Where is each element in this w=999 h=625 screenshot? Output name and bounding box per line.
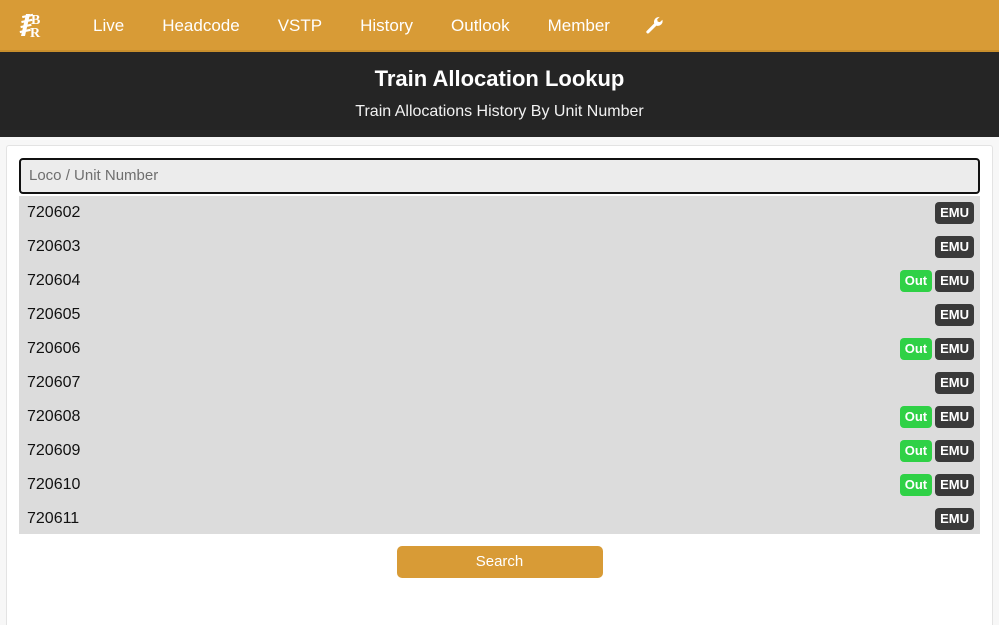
result-row[interactable]: 720603 EMU (19, 230, 980, 264)
result-unit-number: 720610 (27, 475, 81, 493)
result-badges: Out EMU (899, 405, 974, 428)
page-header: Train Allocation Lookup Train Allocation… (0, 52, 999, 137)
result-row[interactable]: 720604 Out EMU (19, 264, 980, 298)
type-badge: EMU (935, 235, 974, 258)
results-list[interactable]: 720602 EMU 720603 EMU 720604 Out EMU 720605 EMU 7… (19, 195, 980, 534)
page-title: Train Allocation Lookup (374, 66, 625, 91)
top-navigation-bar: B R Live Headcode VSTP History Outlook M… (0, 0, 999, 52)
result-row[interactable]: 720605 EMU (19, 298, 980, 332)
nav-link-live[interactable]: Live (74, 7, 143, 44)
svg-text:R: R (30, 26, 41, 41)
br-logo-icon[interactable]: B R (14, 8, 54, 42)
result-unit-number: 720607 (27, 373, 81, 391)
page-subtitle: Train Allocations History By Unit Number (355, 102, 644, 120)
nav-link-vstp[interactable]: VSTP (259, 7, 341, 44)
search-button-row: Search (19, 534, 980, 578)
result-unit-number: 720603 (27, 237, 81, 255)
result-row[interactable]: 720602 EMU (19, 196, 980, 230)
result-unit-number: 720602 (27, 203, 81, 221)
result-badges: EMU (935, 201, 974, 224)
result-badges: EMU (935, 235, 974, 258)
result-row[interactable]: 720608 Out EMU (19, 400, 980, 434)
type-badge: EMU (935, 507, 974, 530)
nav-link-headcode[interactable]: Headcode (143, 7, 259, 44)
nav-links: Live Headcode VSTP History Outlook Membe… (74, 7, 680, 44)
result-unit-number: 720608 (27, 407, 81, 425)
nav-link-outlook[interactable]: Outlook (432, 7, 529, 44)
status-badge-out: Out (899, 337, 933, 360)
content-area: 720602EMU720603EMU720604OutEMU720605EMU7… (0, 136, 999, 625)
type-badge: EMU (935, 439, 974, 462)
result-badges: EMU (935, 507, 974, 530)
type-badge: EMU (935, 337, 974, 360)
result-row[interactable]: 720609 Out EMU (19, 434, 980, 468)
type-badge: EMU (935, 473, 974, 496)
result-row[interactable]: 720610 Out EMU (19, 468, 980, 502)
nav-link-member[interactable]: Member (529, 7, 629, 44)
lookup-card: 720602EMU720603EMU720604OutEMU720605EMU7… (6, 144, 993, 625)
result-row[interactable]: 720611 EMU (19, 502, 980, 534)
result-unit-number: 720605 (27, 305, 81, 323)
status-badge-out: Out (899, 269, 933, 292)
type-badge: EMU (935, 201, 974, 224)
result-unit-number: 720609 (27, 441, 81, 459)
status-badge-out: Out (899, 473, 933, 496)
result-row[interactable]: 720606 Out EMU (19, 332, 980, 366)
status-badge-out: Out (899, 439, 933, 462)
result-badges: EMU (935, 303, 974, 326)
type-badge: EMU (935, 405, 974, 428)
status-badge-out: Out (899, 405, 933, 428)
result-badges: Out EMU (899, 439, 974, 462)
search-input[interactable] (19, 157, 980, 194)
search-button[interactable]: Search (396, 545, 603, 578)
type-badge: EMU (935, 371, 974, 394)
type-badge: EMU (935, 269, 974, 292)
result-badges: Out EMU (899, 269, 974, 292)
result-row[interactable]: 720607 EMU (19, 366, 980, 400)
nav-link-history[interactable]: History (341, 7, 432, 44)
result-badges: Out EMU (899, 337, 974, 360)
result-unit-number: 720611 (27, 509, 80, 527)
result-unit-number: 720604 (27, 271, 81, 289)
result-badges: Out EMU (899, 473, 974, 496)
result-badges: EMU (935, 371, 974, 394)
type-badge: EMU (935, 303, 974, 326)
wrench-icon[interactable] (629, 8, 680, 43)
result-unit-number: 720606 (27, 339, 81, 357)
